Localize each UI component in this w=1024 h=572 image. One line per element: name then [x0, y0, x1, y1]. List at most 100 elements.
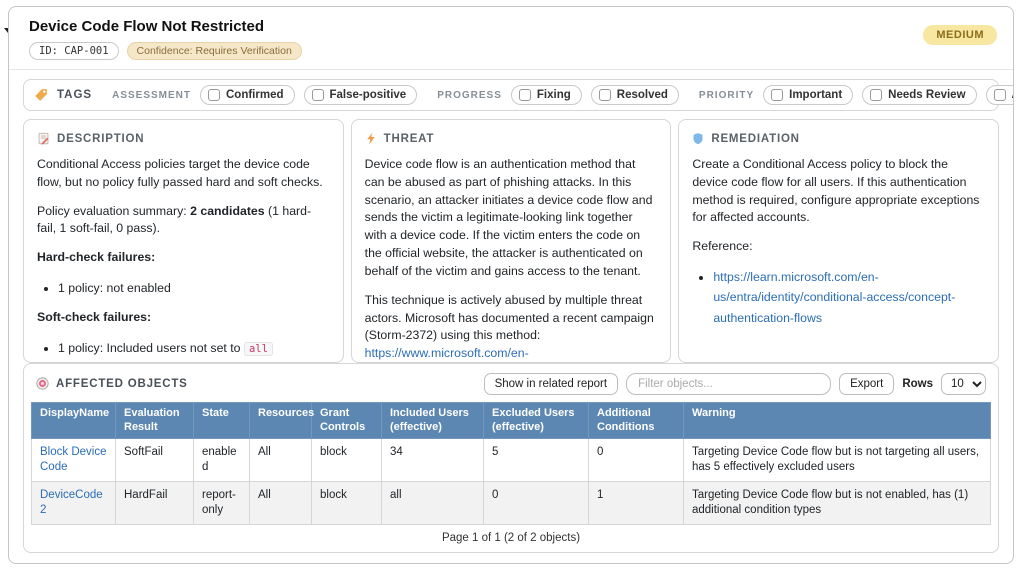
tag-important-label: Important [789, 89, 842, 101]
export-button[interactable]: Export [839, 373, 894, 395]
column-state: State [194, 402, 250, 439]
cell-resources: All [250, 482, 312, 525]
hard-check-heading: Hard-check failures: [37, 249, 330, 267]
column-resources: Resources [250, 402, 312, 439]
checkbox-unchecked[interactable] [312, 89, 324, 101]
cell-warning: Targeting Device Code flow but is not ta… [684, 439, 991, 482]
table-header-row: DisplayName Evaluation Result State Reso… [32, 402, 991, 439]
tag-confirmed-label: Confirmed [226, 89, 284, 101]
column-evaluation-result: Evaluation Result [116, 402, 194, 439]
cell-state: enabled [194, 439, 250, 482]
threat-title: THREAT [384, 133, 435, 145]
reference-label: Reference: [692, 238, 985, 256]
confidence-badge: Confidence: Requires Verification [127, 42, 302, 60]
affected-objects-title: AFFECTED OBJECTS [56, 378, 188, 390]
shield-icon [692, 132, 704, 145]
remediation-reference-link[interactable]: https://learn.microsoft.com/en-us/entra/… [713, 270, 955, 325]
description-panel: DESCRIPTION Conditional Access policies … [23, 119, 344, 363]
cell-included-users: all [382, 482, 484, 525]
affected-objects-table: DisplayName Evaluation Result State Reso… [31, 402, 991, 525]
column-warning: Warning [684, 402, 991, 439]
tag-needs-review-label: Needs Review [888, 89, 965, 101]
tag-group-priority-label: PRIORITY [699, 90, 754, 101]
column-included-users: Included Users (effective) [382, 402, 484, 439]
remediation-panel: REMEDIATION Create a Conditional Access … [678, 119, 999, 363]
tag-false-positive-label: False-positive [330, 89, 407, 101]
column-grant-controls: Grant Controls [312, 402, 382, 439]
column-displayname: DisplayName [32, 402, 116, 439]
rows-label: Rows [902, 378, 933, 390]
memo-icon [37, 132, 50, 145]
affected-objects-section: AFFECTED OBJECTS Show in related report … [23, 363, 999, 553]
show-in-related-report-button[interactable]: Show in related report [484, 373, 619, 395]
remediation-title: REMEDIATION [711, 133, 799, 145]
tags-title: TAGS [57, 89, 92, 101]
threat-panel: THREAT Device code flow is an authentica… [351, 119, 672, 363]
tags-bar: TAGS ASSESSMENT Confirmed False-positive… [23, 79, 999, 111]
page-title: Device Code Flow Not Restricted [29, 18, 302, 35]
threat-paragraph-1: Device code flow is an authentication me… [365, 156, 658, 281]
threat-paragraph-2: This technique is actively abused by mul… [365, 292, 658, 363]
soft-check-list: 1 policy: Included users not set to all … [37, 338, 330, 363]
checkbox-unchecked[interactable] [599, 89, 611, 101]
description-paragraph-1: Conditional Access policies target the d… [37, 156, 330, 192]
checkbox-unchecked[interactable] [870, 89, 882, 101]
reference-list: https://learn.microsoft.com/en-us/entra/… [692, 267, 985, 328]
cell-resources: All [250, 439, 312, 482]
cell-grant-controls: block [312, 439, 382, 482]
threat-reference-link[interactable]: https://www.microsoft.com/en-us/security… [365, 346, 638, 362]
reference-item: https://learn.microsoft.com/en-us/entra/… [713, 267, 985, 328]
tag-needs-review[interactable]: Needs Review [862, 85, 976, 105]
policy-link[interactable]: DeviceCode2 [40, 489, 103, 516]
checkbox-unchecked[interactable] [519, 89, 531, 101]
hard-check-item: 1 policy: not enabled [58, 278, 330, 298]
finding-header: Device Code Flow Not Restricted ID: CAP-… [9, 7, 1013, 70]
tag-confirmed[interactable]: Confirmed [200, 85, 295, 105]
code-chip: all [244, 342, 273, 356]
tag-fixing[interactable]: Fixing [511, 85, 582, 105]
cell-excluded-users: 5 [484, 439, 589, 482]
tag-fixing-label: Fixing [537, 89, 571, 101]
description-title: DESCRIPTION [57, 133, 144, 145]
checkbox-unchecked[interactable] [208, 89, 220, 101]
soft-check-item-1: 1 policy: Included users not set to all [58, 338, 330, 358]
tag-important[interactable]: Important [763, 85, 853, 105]
checkbox-unchecked[interactable] [994, 89, 1006, 101]
finding-id-badge: ID: CAP-001 [29, 42, 119, 60]
tag-accepted-risk[interactable]: Accepted Risk [986, 85, 1014, 105]
column-excluded-users: Excluded Users (effective) [484, 402, 589, 439]
filter-objects-input[interactable] [626, 373, 831, 395]
finding-card: Device Code Flow Not Restricted ID: CAP-… [8, 6, 1014, 564]
checkbox-unchecked[interactable] [771, 89, 783, 101]
cell-displayname: Block Device Code [32, 439, 116, 482]
cell-included-users: 34 [382, 439, 484, 482]
description-paragraph-2: Policy evaluation summary: 2 candidates … [37, 203, 330, 239]
cell-displayname: DeviceCode2 [32, 482, 116, 525]
severity-badge: MEDIUM [923, 25, 997, 45]
bolt-icon [365, 132, 377, 145]
policy-link[interactable]: Block Device Code [40, 446, 106, 473]
soft-check-heading: Soft-check failures: [37, 309, 330, 327]
pagination-status: Page 1 of 1 (2 of 2 objects) [31, 525, 991, 552]
cell-additional-conditions: 0 [589, 439, 684, 482]
table-row: DeviceCode2 HardFail report-only All blo… [32, 482, 991, 525]
cell-excluded-users: 0 [484, 482, 589, 525]
tag-resolved-label: Resolved [617, 89, 668, 101]
detail-panels: DESCRIPTION Conditional Access policies … [23, 119, 999, 363]
cell-state: report-only [194, 482, 250, 525]
target-icon [36, 377, 49, 390]
remediation-paragraph-1: Create a Conditional Access policy to bl… [692, 156, 985, 227]
tag-group-progress-label: PROGRESS [437, 90, 502, 101]
cell-warning: Targeting Device Code flow but is not en… [684, 482, 991, 525]
cell-evaluation-result: HardFail [116, 482, 194, 525]
tag-resolved[interactable]: Resolved [591, 85, 679, 105]
cell-evaluation-result: SoftFail [116, 439, 194, 482]
tag-false-positive[interactable]: False-positive [304, 85, 418, 105]
cell-grant-controls: block [312, 482, 382, 525]
rows-per-page-select[interactable]: 10 [941, 373, 986, 395]
cell-additional-conditions: 1 [589, 482, 684, 525]
hard-check-list: 1 policy: not enabled [37, 278, 330, 298]
tag-group-assessment-label: ASSESSMENT [112, 90, 191, 101]
tag-accepted-risk-label: Accepted Risk [1012, 89, 1014, 101]
column-additional-conditions: Additional Conditions [589, 402, 684, 439]
